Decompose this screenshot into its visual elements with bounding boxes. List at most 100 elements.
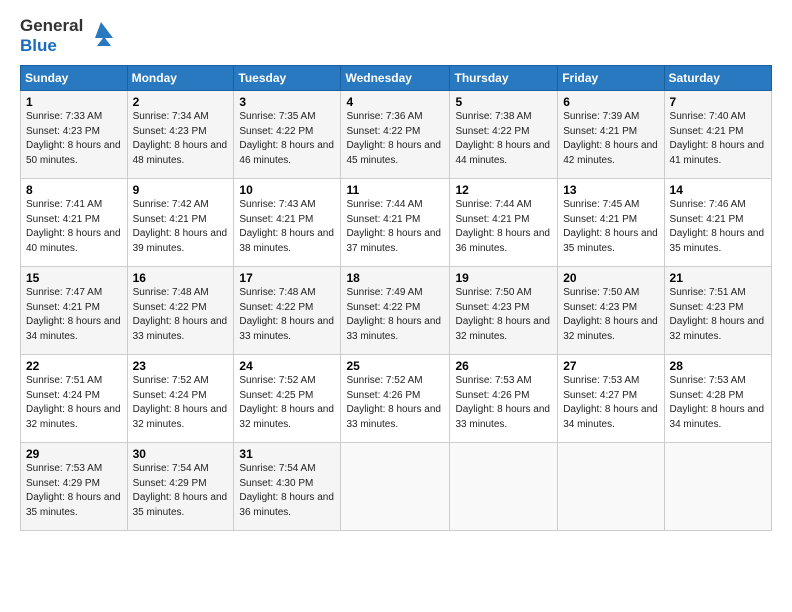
day-info: Sunrise: 7:42 AMSunset: 4:21 PMDaylight:…: [133, 199, 228, 254]
day-number: 8: [26, 183, 122, 197]
weekday-header-row: SundayMondayTuesdayWednesdayThursdayFrid…: [21, 66, 772, 91]
day-number: 3: [239, 95, 335, 109]
day-number: 17: [239, 271, 335, 285]
week-row-5: 29 Sunrise: 7:53 AMSunset: 4:29 PMDaylig…: [21, 443, 772, 531]
calendar-cell: 22 Sunrise: 7:51 AMSunset: 4:24 PMDaylig…: [21, 355, 128, 443]
day-number: 13: [563, 183, 658, 197]
calendar-cell: 5 Sunrise: 7:38 AMSunset: 4:22 PMDayligh…: [450, 91, 558, 179]
day-number: 21: [670, 271, 766, 285]
day-number: 15: [26, 271, 122, 285]
calendar-cell: 30 Sunrise: 7:54 AMSunset: 4:29 PMDaylig…: [127, 443, 234, 531]
calendar-cell: 3 Sunrise: 7:35 AMSunset: 4:22 PMDayligh…: [234, 91, 341, 179]
calendar-cell: 14 Sunrise: 7:46 AMSunset: 4:21 PMDaylig…: [664, 179, 771, 267]
day-number: 5: [455, 95, 552, 109]
day-number: 11: [346, 183, 444, 197]
day-info: Sunrise: 7:46 AMSunset: 4:21 PMDaylight:…: [670, 199, 765, 254]
weekday-header-friday: Friday: [558, 66, 664, 91]
day-number: 6: [563, 95, 658, 109]
calendar-cell: 31 Sunrise: 7:54 AMSunset: 4:30 PMDaylig…: [234, 443, 341, 531]
calendar-cell: 26 Sunrise: 7:53 AMSunset: 4:26 PMDaylig…: [450, 355, 558, 443]
day-number: 4: [346, 95, 444, 109]
day-info: Sunrise: 7:54 AMSunset: 4:29 PMDaylight:…: [133, 463, 228, 518]
week-row-3: 15 Sunrise: 7:47 AMSunset: 4:21 PMDaylig…: [21, 267, 772, 355]
day-info: Sunrise: 7:36 AMSunset: 4:22 PMDaylight:…: [346, 111, 441, 166]
day-info: Sunrise: 7:34 AMSunset: 4:23 PMDaylight:…: [133, 111, 228, 166]
day-info: Sunrise: 7:50 AMSunset: 4:23 PMDaylight:…: [563, 287, 658, 342]
weekday-header-sunday: Sunday: [21, 66, 128, 91]
day-number: 19: [455, 271, 552, 285]
logo-icon: [87, 20, 115, 48]
day-number: 23: [133, 359, 229, 373]
calendar-cell: 25 Sunrise: 7:52 AMSunset: 4:26 PMDaylig…: [341, 355, 450, 443]
day-number: 28: [670, 359, 766, 373]
calendar-table: SundayMondayTuesdayWednesdayThursdayFrid…: [20, 65, 772, 531]
logo-blue-text: Blue: [20, 36, 57, 56]
day-number: 26: [455, 359, 552, 373]
calendar-cell: 20 Sunrise: 7:50 AMSunset: 4:23 PMDaylig…: [558, 267, 664, 355]
day-number: 16: [133, 271, 229, 285]
weekday-header-wednesday: Wednesday: [341, 66, 450, 91]
weekday-header-monday: Monday: [127, 66, 234, 91]
day-info: Sunrise: 7:51 AMSunset: 4:24 PMDaylight:…: [26, 375, 121, 430]
day-info: Sunrise: 7:47 AMSunset: 4:21 PMDaylight:…: [26, 287, 121, 342]
day-number: 31: [239, 447, 335, 461]
day-number: 24: [239, 359, 335, 373]
day-number: 18: [346, 271, 444, 285]
calendar-cell: [450, 443, 558, 531]
calendar-cell: 15 Sunrise: 7:47 AMSunset: 4:21 PMDaylig…: [21, 267, 128, 355]
day-number: 10: [239, 183, 335, 197]
day-number: 20: [563, 271, 658, 285]
calendar-cell: 2 Sunrise: 7:34 AMSunset: 4:23 PMDayligh…: [127, 91, 234, 179]
calendar-cell: 21 Sunrise: 7:51 AMSunset: 4:23 PMDaylig…: [664, 267, 771, 355]
calendar-cell: 11 Sunrise: 7:44 AMSunset: 4:21 PMDaylig…: [341, 179, 450, 267]
day-number: 1: [26, 95, 122, 109]
day-info: Sunrise: 7:39 AMSunset: 4:21 PMDaylight:…: [563, 111, 658, 166]
day-info: Sunrise: 7:50 AMSunset: 4:23 PMDaylight:…: [455, 287, 550, 342]
logo: General Blue: [20, 16, 115, 55]
day-info: Sunrise: 7:41 AMSunset: 4:21 PMDaylight:…: [26, 199, 121, 254]
day-info: Sunrise: 7:49 AMSunset: 4:22 PMDaylight:…: [346, 287, 441, 342]
day-number: 7: [670, 95, 766, 109]
day-info: Sunrise: 7:38 AMSunset: 4:22 PMDaylight:…: [455, 111, 550, 166]
calendar-cell: 9 Sunrise: 7:42 AMSunset: 4:21 PMDayligh…: [127, 179, 234, 267]
calendar-cell: [341, 443, 450, 531]
day-info: Sunrise: 7:44 AMSunset: 4:21 PMDaylight:…: [455, 199, 550, 254]
calendar-cell: 7 Sunrise: 7:40 AMSunset: 4:21 PMDayligh…: [664, 91, 771, 179]
calendar-cell: 10 Sunrise: 7:43 AMSunset: 4:21 PMDaylig…: [234, 179, 341, 267]
day-info: Sunrise: 7:51 AMSunset: 4:23 PMDaylight:…: [670, 287, 765, 342]
calendar-cell: 8 Sunrise: 7:41 AMSunset: 4:21 PMDayligh…: [21, 179, 128, 267]
day-info: Sunrise: 7:48 AMSunset: 4:22 PMDaylight:…: [133, 287, 228, 342]
week-row-4: 22 Sunrise: 7:51 AMSunset: 4:24 PMDaylig…: [21, 355, 772, 443]
day-number: 22: [26, 359, 122, 373]
calendar-cell: [558, 443, 664, 531]
day-info: Sunrise: 7:44 AMSunset: 4:21 PMDaylight:…: [346, 199, 441, 254]
calendar-cell: [664, 443, 771, 531]
day-number: 25: [346, 359, 444, 373]
calendar-cell: 24 Sunrise: 7:52 AMSunset: 4:25 PMDaylig…: [234, 355, 341, 443]
day-info: Sunrise: 7:33 AMSunset: 4:23 PMDaylight:…: [26, 111, 121, 166]
day-number: 30: [133, 447, 229, 461]
calendar-cell: 18 Sunrise: 7:49 AMSunset: 4:22 PMDaylig…: [341, 267, 450, 355]
calendar-cell: 17 Sunrise: 7:48 AMSunset: 4:22 PMDaylig…: [234, 267, 341, 355]
day-info: Sunrise: 7:52 AMSunset: 4:26 PMDaylight:…: [346, 375, 441, 430]
day-info: Sunrise: 7:53 AMSunset: 4:26 PMDaylight:…: [455, 375, 550, 430]
day-number: 2: [133, 95, 229, 109]
day-info: Sunrise: 7:54 AMSunset: 4:30 PMDaylight:…: [239, 463, 334, 518]
day-number: 12: [455, 183, 552, 197]
calendar-cell: 19 Sunrise: 7:50 AMSunset: 4:23 PMDaylig…: [450, 267, 558, 355]
day-info: Sunrise: 7:53 AMSunset: 4:28 PMDaylight:…: [670, 375, 765, 430]
day-info: Sunrise: 7:53 AMSunset: 4:27 PMDaylight:…: [563, 375, 658, 430]
page: General Blue SundayMondayTuesdayWednesda…: [0, 0, 792, 612]
weekday-header-tuesday: Tuesday: [234, 66, 341, 91]
weekday-header-saturday: Saturday: [664, 66, 771, 91]
calendar-cell: 4 Sunrise: 7:36 AMSunset: 4:22 PMDayligh…: [341, 91, 450, 179]
weekday-header-thursday: Thursday: [450, 66, 558, 91]
calendar-cell: 29 Sunrise: 7:53 AMSunset: 4:29 PMDaylig…: [21, 443, 128, 531]
day-info: Sunrise: 7:45 AMSunset: 4:21 PMDaylight:…: [563, 199, 658, 254]
calendar-cell: 23 Sunrise: 7:52 AMSunset: 4:24 PMDaylig…: [127, 355, 234, 443]
day-info: Sunrise: 7:48 AMSunset: 4:22 PMDaylight:…: [239, 287, 334, 342]
calendar-cell: 1 Sunrise: 7:33 AMSunset: 4:23 PMDayligh…: [21, 91, 128, 179]
day-info: Sunrise: 7:35 AMSunset: 4:22 PMDaylight:…: [239, 111, 334, 166]
calendar-cell: 6 Sunrise: 7:39 AMSunset: 4:21 PMDayligh…: [558, 91, 664, 179]
day-number: 14: [670, 183, 766, 197]
